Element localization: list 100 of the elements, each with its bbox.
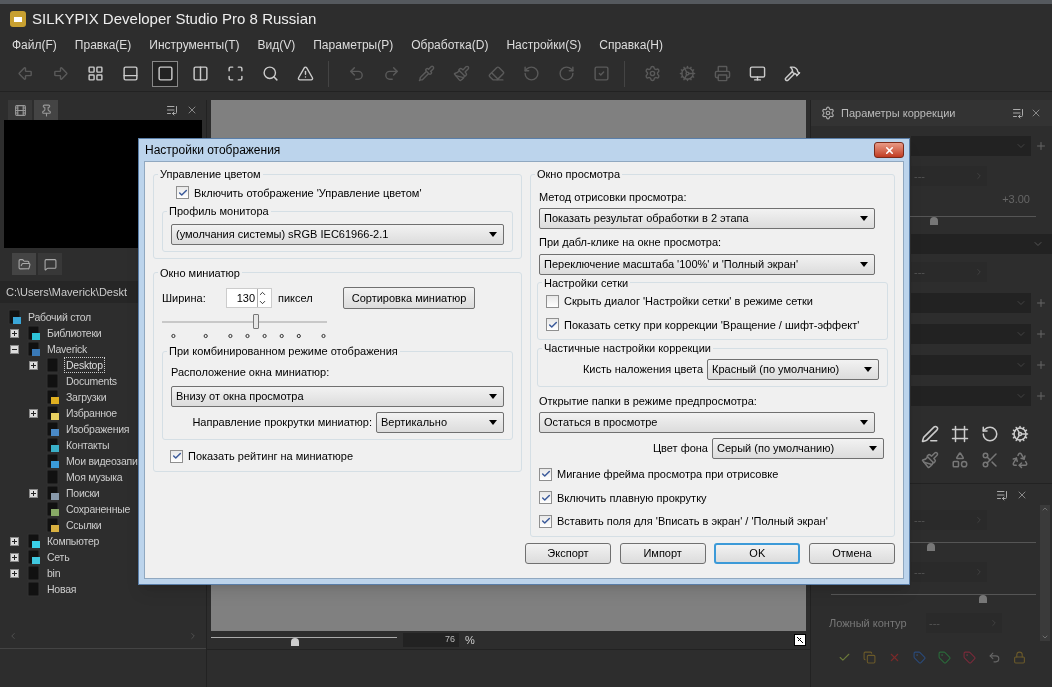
dropdown[interactable]: Внизу от окна просмотра [171, 386, 504, 407]
plus-icon [1035, 327, 1047, 340]
scrollbar[interactable] [1040, 505, 1050, 641]
toolbar-button[interactable] [152, 60, 178, 87]
dropdown-arrow-icon [860, 420, 868, 425]
expander-toggle[interactable] [10, 568, 19, 578]
slider-thumb[interactable] [978, 595, 987, 603]
folder-icon [26, 565, 42, 581]
plus-icon [1035, 358, 1047, 371]
tree-item[interactable]: Загрузки [64, 389, 109, 405]
dropdown[interactable]: Переключение масштаба '100%' и 'Полный экран' [539, 253, 875, 275]
sort-thumbnails-button[interactable]: Сортировка миниатюр [342, 287, 476, 309]
brush-icon [452, 65, 470, 82]
expander-toggle[interactable] [10, 344, 19, 354]
tree-item[interactable]: Сохраненные [64, 501, 133, 517]
checkbox[interactable] [170, 449, 183, 463]
checkbox[interactable] [546, 318, 559, 332]
folder-icon [45, 373, 61, 389]
tree-item[interactable]: Избранное [64, 405, 119, 421]
dropdown[interactable]: Красный (по умолчанию) [707, 358, 879, 380]
menu-item[interactable]: Параметры(P) [313, 36, 394, 54]
back-arrow-icon [16, 65, 34, 82]
dialog-button[interactable]: Импорт [619, 542, 706, 564]
slider[interactable] [831, 591, 1036, 605]
slider-thumb[interactable] [290, 638, 299, 646]
navigator-icon[interactable] [794, 634, 806, 646]
checkbox[interactable] [539, 467, 552, 481]
tree-item[interactable]: Рабочий стол [26, 309, 93, 325]
menu-icon[interactable] [996, 488, 1008, 501]
tree-item[interactable]: Поиски [64, 485, 102, 501]
tree-item[interactable]: Мои видеозапи [64, 453, 140, 469]
menu-item[interactable]: Настройки(S) [506, 36, 582, 54]
dropdown[interactable]: Показать результат обработки в 2 этапа [539, 208, 875, 229]
comment-icon [43, 257, 57, 271]
slider-thumb[interactable] [929, 217, 938, 225]
printer-icon [713, 65, 731, 82]
window-title: SILKYPIX Developer Studio Pro 8 Russian [32, 8, 317, 29]
menu-item[interactable]: Вид(V) [257, 36, 296, 54]
expander-toggle[interactable] [10, 552, 19, 562]
scroll-up-icon[interactable] [1041, 505, 1049, 513]
slider-thumb[interactable] [927, 543, 936, 551]
tree-item[interactable]: Сеть [45, 549, 72, 565]
field-label: Открытие папки в режиме предпросмотра: [539, 393, 758, 409]
menu-item[interactable]: Справка(H) [599, 36, 663, 54]
tree-item[interactable]: Моя музыка [64, 469, 125, 485]
expander-toggle[interactable] [29, 488, 38, 498]
tree-item[interactable]: Documents [64, 373, 119, 389]
dropdown-arrow-icon [869, 446, 877, 451]
menu-item[interactable]: Правка(E) [74, 36, 132, 54]
checkbox[interactable] [546, 294, 559, 308]
panel-tab[interactable] [34, 100, 58, 120]
panel-tab[interactable] [12, 253, 36, 275]
menu-item[interactable]: Инструменты(T) [149, 36, 240, 54]
scroll-down-icon[interactable] [1041, 633, 1049, 641]
dropdown[interactable]: Серый (по умолчанию) [712, 438, 884, 459]
menu-icon[interactable] [166, 104, 178, 116]
folder-icon [45, 485, 61, 501]
folder-icon [17, 257, 31, 271]
tree-item[interactable]: Новая [45, 581, 79, 597]
checkbox[interactable] [539, 491, 552, 505]
tree-item[interactable]: Компьютер [45, 533, 102, 549]
dropdown-arrow-icon [489, 394, 497, 399]
compare-view-icon [191, 65, 209, 82]
zoom-field[interactable]: 76 [403, 633, 459, 647]
tree-item[interactable]: Библиотеки [45, 325, 104, 341]
folder-icon [26, 325, 42, 341]
dialog-button[interactable]: Экспорт [525, 542, 611, 564]
expander-toggle[interactable] [29, 408, 38, 418]
close-icon[interactable] [1030, 107, 1042, 119]
tree-item[interactable]: Изображения [64, 421, 132, 437]
lock-icon [1012, 651, 1026, 664]
expander-toggle[interactable] [10, 536, 19, 546]
close-icon[interactable] [186, 104, 198, 116]
panel-tab[interactable] [38, 253, 62, 275]
panel-tab[interactable] [8, 100, 32, 120]
dialog-button[interactable]: Отмена [808, 542, 895, 564]
group-title: Окно просмотра [536, 167, 622, 182]
checkbox[interactable] [539, 514, 552, 528]
slider-thumb[interactable] [253, 314, 260, 329]
close-button[interactable] [874, 142, 904, 158]
checkbox-label: Показать сетку при коррекции 'Вращение / шифт-эффект' [564, 317, 860, 333]
dropdown[interactable]: Вертикально [376, 412, 504, 433]
plus-icon [1035, 296, 1047, 309]
size-slider[interactable] [162, 311, 327, 341]
dropdown[interactable]: (умолчания системы) sRGB IEC61966-2.1 [171, 223, 504, 245]
menu-item[interactable]: Файл(F) [12, 36, 57, 54]
expander-toggle[interactable] [10, 328, 19, 338]
expander-toggle[interactable] [29, 360, 38, 370]
dialog-button[interactable]: OK [714, 542, 801, 564]
menu-item[interactable]: Обработка(D) [411, 36, 489, 54]
tree-item[interactable]: Maverick [45, 341, 89, 357]
tree-item[interactable]: Ссылки [64, 517, 104, 533]
dropdown[interactable]: Остаться в просмотре [539, 412, 875, 433]
dialog-title: Настройки отображения [145, 142, 281, 159]
checkbox[interactable] [176, 186, 189, 200]
tag-icon [962, 651, 976, 664]
tree-item[interactable]: bin [45, 565, 63, 581]
tree-item[interactable]: Desktop [64, 357, 105, 373]
menu-icon[interactable] [1012, 107, 1024, 119]
tree-item[interactable]: Контакты [64, 437, 112, 453]
